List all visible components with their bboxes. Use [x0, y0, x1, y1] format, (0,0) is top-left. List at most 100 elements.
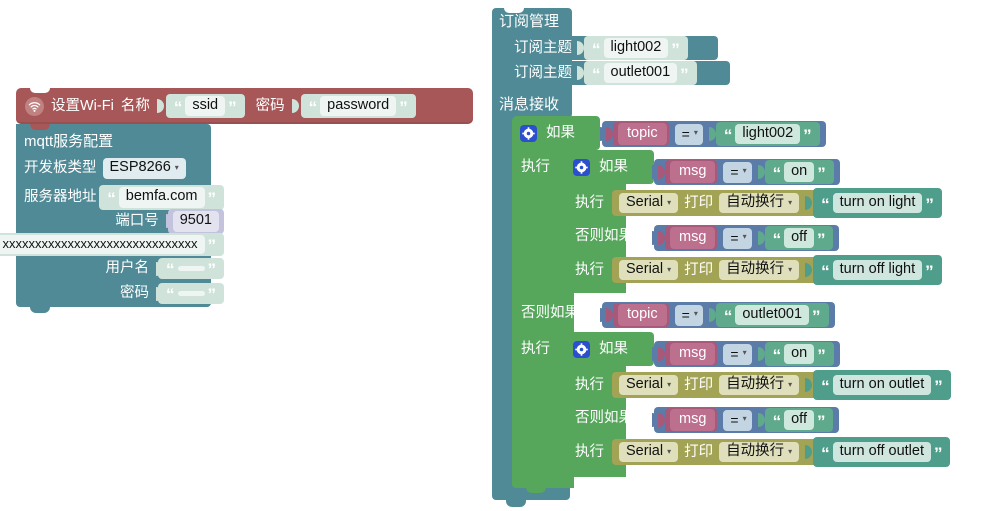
compare-block-msg-2a[interactable]: msg = ▾ “ on ” — [654, 341, 840, 367]
inner-if-condition-2b[interactable]: msg = ▾ “ off ” — [652, 407, 840, 433]
compare-block-msg-1a[interactable]: msg = ▾ “ on ” — [654, 159, 840, 185]
client-id-string-block[interactable]: “ xxxxxxxxxxxxxxxxxxxxxxxxxxxxxx ” — [0, 233, 224, 257]
compare-string-1b[interactable]: “ off ” — [764, 225, 834, 251]
subscribe-topic-input-2[interactable]: outlet001 — [603, 62, 678, 84]
variable-msg-wrapper-2a[interactable]: msg — [665, 342, 718, 366]
board-type-row[interactable]: 开发板类型 ESP8266 ▾ — [24, 158, 186, 179]
variable-topic-wrapper-1[interactable]: topic — [613, 122, 669, 146]
variable-topic-wrapper-2[interactable]: topic — [613, 303, 669, 327]
gear-icon[interactable] — [573, 340, 590, 358]
compare-string-1[interactable]: “ light002 ” — [715, 121, 820, 147]
compare-string-input-1a[interactable]: on — [784, 161, 815, 183]
compare-string-2a[interactable]: “ on ” — [764, 341, 834, 367]
username-row[interactable]: 用户名 “ ” — [24, 258, 224, 279]
serial-port-dropdown-1a[interactable]: Serial ▾ — [619, 192, 679, 214]
compare-block-msg-2b[interactable]: msg = ▾ “ off ” — [654, 407, 840, 433]
gear-icon[interactable] — [573, 158, 590, 176]
server-address-string-block[interactable]: “ bemfa.com ” — [99, 185, 224, 210]
ssid-string-block[interactable]: “ ssid ” — [165, 93, 245, 119]
compare-string-2[interactable]: “ outlet001 ” — [715, 302, 829, 328]
serial-print-row-2b[interactable]: Serial ▾ 打印 自动换行 ▾ “ turn off outlet ” — [612, 437, 951, 467]
inner-if-condition-2a[interactable]: msg = ▾ “ on ” — [652, 341, 840, 367]
serial-mode-dropdown-2b[interactable]: 自动换行 ▾ — [719, 441, 800, 463]
compare-string-input-2a[interactable]: on — [784, 343, 815, 365]
inner-if-condition-1b[interactable]: msg = ▾ “ off ” — [652, 225, 840, 251]
serial-output-input-2a[interactable]: turn on outlet — [832, 374, 932, 396]
serial-port-dropdown-2a[interactable]: Serial ▾ — [619, 374, 679, 396]
inner-if-header-row-1[interactable]: 如果 — [573, 158, 628, 176]
username-input[interactable] — [177, 266, 205, 271]
serial-print-row-1b[interactable]: Serial ▾ 打印 自动换行 ▾ “ turn off light ” — [612, 255, 942, 285]
compare-string-input-1[interactable]: light002 — [735, 123, 801, 145]
serial-print-row-2a[interactable]: Serial ▾ 打印 自动换行 ▾ “ turn on outlet ” — [612, 370, 951, 400]
compare-string-input-2b[interactable]: off — [784, 409, 814, 431]
variable-topic-1[interactable]: topic — [618, 123, 667, 145]
mqtt-password-input[interactable] — [177, 291, 205, 296]
blockly-workspace[interactable]: 设置Wi-Fi 名称 “ ssid ” 密码 “ password ” mqtt… — [0, 0, 987, 511]
serial-output-string-1a[interactable]: “ turn on light ” — [813, 188, 942, 218]
inner-if-header-row-2[interactable]: 如果 — [573, 340, 628, 358]
compare-string-1a[interactable]: “ on ” — [764, 159, 834, 185]
variable-topic-2[interactable]: topic — [618, 304, 667, 326]
port-input[interactable]: 9501 — [172, 211, 219, 232]
serial-mode-dropdown-1a[interactable]: 自动换行 ▾ — [719, 192, 800, 214]
subscribe-topic-input-1[interactable]: light002 — [603, 37, 669, 59]
variable-msg-2a[interactable]: msg — [670, 343, 716, 365]
outer-if-header-row[interactable]: 如果 — [520, 124, 575, 142]
operator-dropdown-2[interactable]: = ▾ — [674, 304, 703, 326]
port-row[interactable]: 端口号 9501 — [24, 209, 224, 234]
mqtt-password-string-block[interactable]: “ ” — [158, 283, 224, 304]
client-id-input[interactable]: xxxxxxxxxxxxxxxxxxxxxxxxxxxxxx — [0, 235, 205, 255]
compare-block-msg-1b[interactable]: msg = ▾ “ off ” — [654, 225, 840, 251]
outer-if-condition-2[interactable]: topic = ▾ “ outlet001 ” — [600, 302, 835, 328]
variable-msg-2b[interactable]: msg — [670, 409, 716, 431]
serial-port-dropdown-1b[interactable]: Serial ▾ — [619, 259, 679, 281]
variable-msg-wrapper-1a[interactable]: msg — [665, 160, 718, 184]
client-id-row[interactable]: clientID “ xxxxxxxxxxxxxxxxxxxxxxxxxxxxx… — [0, 233, 224, 257]
subscribe-topic-row-2[interactable]: 订阅主题 “ outlet001 ” — [514, 60, 697, 86]
compare-string-2b[interactable]: “ off ” — [764, 407, 834, 433]
serial-mode-dropdown-2a[interactable]: 自动换行 ▾ — [719, 374, 800, 396]
variable-msg-1b[interactable]: msg — [670, 227, 716, 249]
serial-print-block-1a[interactable]: Serial ▾ 打印 自动换行 ▾ — [612, 190, 820, 216]
serial-output-input-2b[interactable]: turn off outlet — [832, 441, 931, 463]
serial-output-input-1a[interactable]: turn on light — [832, 192, 923, 214]
operator-dropdown-1a[interactable]: = ▾ — [723, 161, 752, 183]
outer-if-condition-1[interactable]: topic = ▾ “ light002 ” — [600, 121, 826, 147]
compare-block-topic-2[interactable]: topic = ▾ “ outlet001 ” — [602, 302, 835, 328]
username-string-block[interactable]: “ ” — [158, 258, 224, 279]
subscribe-topic-row-1[interactable]: 订阅主题 “ light002 ” — [514, 35, 688, 61]
serial-output-string-2a[interactable]: “ turn on outlet ” — [813, 370, 951, 400]
serial-print-block-2a[interactable]: Serial ▾ 打印 自动换行 ▾ — [612, 372, 820, 398]
wifi-setup-block[interactable]: 设置Wi-Fi 名称 “ ssid ” 密码 “ password ” — [16, 87, 473, 124]
password-string-block[interactable]: “ password ” — [300, 93, 416, 119]
serial-print-block-2b[interactable]: Serial ▾ 打印 自动换行 ▾ — [612, 439, 820, 465]
subscribe-topic-string-1[interactable]: “ light002 ” — [584, 35, 688, 61]
operator-dropdown-1[interactable]: = ▾ — [674, 123, 703, 145]
mqtt-password-row[interactable]: 密码 “ ” — [24, 283, 224, 304]
server-address-row[interactable]: 服务器地址 “ bemfa.com ” — [24, 185, 224, 210]
variable-msg-1a[interactable]: msg — [670, 161, 716, 183]
gear-icon[interactable] — [520, 124, 537, 142]
operator-dropdown-2b[interactable]: = ▾ — [723, 409, 752, 431]
inner-if-condition-1a[interactable]: msg = ▾ “ on ” — [652, 159, 840, 185]
subscribe-topic-string-2[interactable]: “ outlet001 ” — [584, 60, 697, 86]
serial-output-string-2b[interactable]: “ turn off outlet ” — [813, 437, 951, 467]
serial-print-block-1b[interactable]: Serial ▾ 打印 自动换行 ▾ — [612, 257, 820, 283]
serial-port-dropdown-2b[interactable]: Serial ▾ — [619, 441, 679, 463]
variable-msg-wrapper-1b[interactable]: msg — [665, 226, 718, 250]
server-address-input[interactable]: bemfa.com — [118, 187, 205, 208]
operator-dropdown-1b[interactable]: = ▾ — [723, 227, 752, 249]
port-number-block[interactable]: 9501 — [167, 209, 224, 234]
serial-output-string-1b[interactable]: “ turn off light ” — [813, 255, 942, 285]
ssid-input[interactable]: ssid — [185, 95, 226, 117]
board-type-dropdown[interactable]: ESP8266 ▾ — [102, 158, 186, 179]
compare-string-input-2[interactable]: outlet001 — [735, 304, 810, 326]
serial-mode-dropdown-1b[interactable]: 自动换行 ▾ — [719, 259, 800, 281]
serial-output-input-1b[interactable]: turn off light — [832, 259, 923, 281]
compare-block-topic-1[interactable]: topic = ▾ “ light002 ” — [602, 121, 826, 147]
operator-dropdown-2a[interactable]: = ▾ — [723, 343, 752, 365]
compare-string-input-1b[interactable]: off — [784, 227, 814, 249]
serial-print-row-1a[interactable]: Serial ▾ 打印 自动换行 ▾ “ turn on light ” — [612, 188, 942, 218]
variable-msg-wrapper-2b[interactable]: msg — [665, 408, 718, 432]
